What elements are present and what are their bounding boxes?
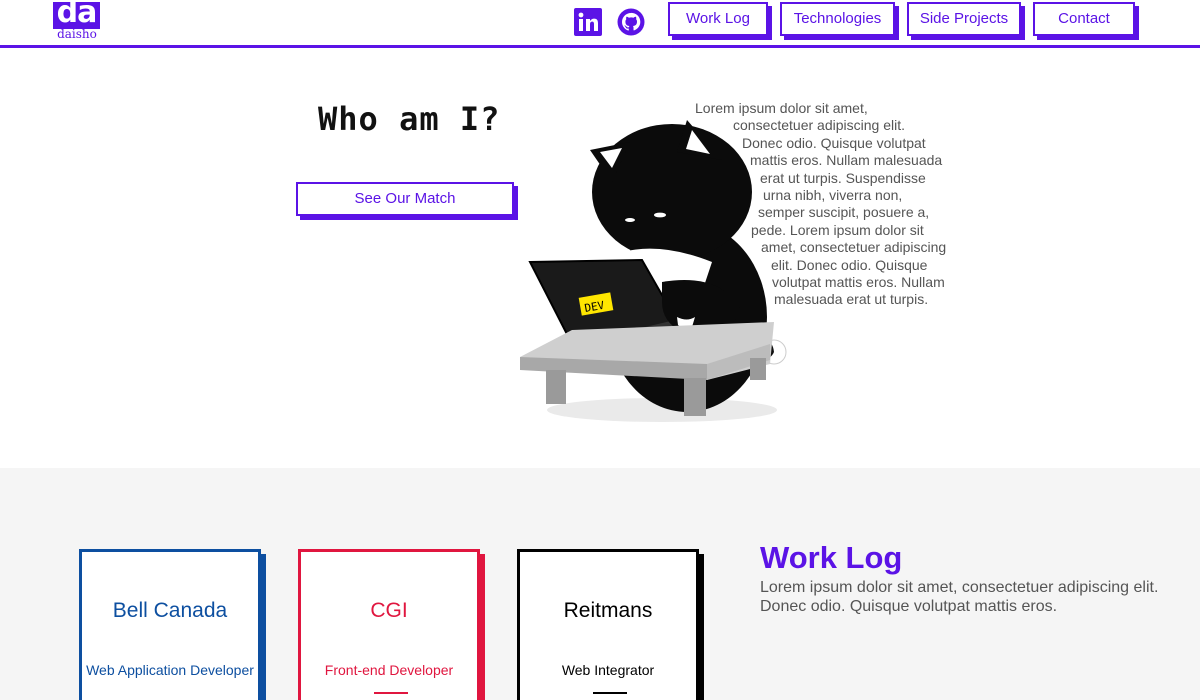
card-divider [593,692,627,694]
logo-name: daisho [57,27,97,41]
card-divider [374,692,408,694]
hero-text-line: volutpat mattis eros. Nullam [772,274,945,290]
hero-text-line: semper suscipit, posuere a, [758,204,930,220]
hero-text-line: amet, consectetuer adipiscing [761,239,947,255]
hero-text-line: erat ut turpis. Suspendisse [760,170,926,186]
hero-text-line: urna nibh, viverra non, [763,187,903,203]
hero-text-line: elit. Donec odio. Quisque [771,257,928,273]
work-log-title: Work Log [760,540,903,575]
linkedin-icon[interactable] [574,8,602,36]
card-company: Bell Canada [112,599,228,622]
nav-work-log[interactable]: Work Log [668,2,768,36]
hero-text-line: pede. Lorem ipsum dolor sit [751,222,924,238]
hero-text-line: Lorem ipsum dolor sit amet, [695,100,868,116]
work-card-reitmans[interactable]: Reitmans Web Integrator [517,549,699,700]
card-role: Web Integrator [561,662,655,678]
hero-text-line: Donec odio. Quisque volutpat [742,135,926,151]
hero-description: Lorem ipsum dolor sit amet, consectetuer… [0,100,1200,320]
nav-side-projects[interactable]: Side Projects [907,2,1021,36]
site-header: da daisho Work Log Technologies Side Pro… [0,0,1200,48]
work-log-description: Lorem ipsum dolor sit amet, consectetuer… [760,579,1159,615]
hero-text-line: mattis eros. Nullam malesuada [750,152,943,168]
hero-text-line: consectetuer adipiscing elit. [733,117,905,133]
work-card-cgi[interactable]: CGI Front-end Developer [298,549,480,700]
card-company: Reitmans [563,599,653,622]
logo-mark: da [56,0,98,30]
card-role: Front-end Developer [324,662,454,678]
hero-text-line: malesuada erat ut turpis. [774,291,929,307]
card-role: Web Application Developer [86,662,254,678]
work-card-bell-canada[interactable]: Bell Canada Web Application Developer [79,549,261,700]
logo[interactable]: da daisho [53,0,101,42]
card-company: CGI [370,599,408,622]
nav-contact[interactable]: Contact [1033,2,1135,36]
nav-technologies[interactable]: Technologies [780,2,895,36]
github-icon[interactable] [617,8,645,36]
